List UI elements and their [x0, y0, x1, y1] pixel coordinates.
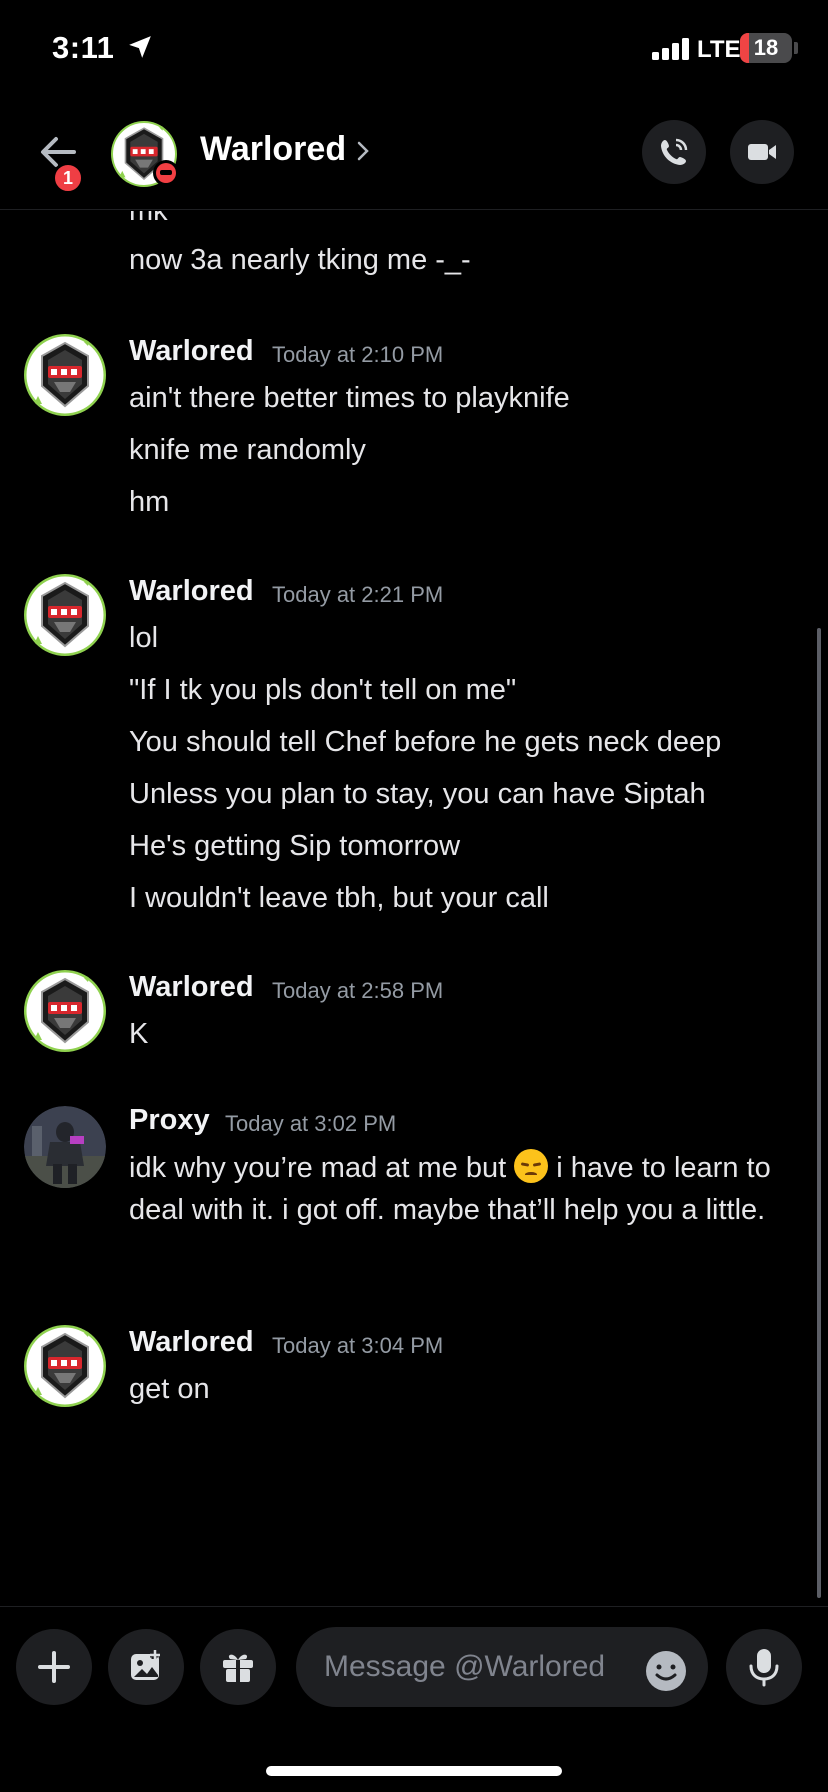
user-avatar[interactable]	[24, 334, 106, 416]
message-author[interactable]: Proxy	[129, 1104, 210, 1137]
message-line: knife me randomly	[129, 434, 366, 466]
message-timestamp: Today at 2:58 PM	[272, 978, 444, 1003]
message-line: K	[129, 1018, 149, 1050]
message-line: He's getting Sip tomorrow	[129, 830, 461, 862]
add-attachment-button[interactable]	[16, 1629, 92, 1705]
status-time: 3:11	[52, 30, 115, 65]
dm-header: 1 Warlored	[0, 100, 828, 210]
image-picker-button[interactable]	[108, 1629, 184, 1705]
message-line: now 3a nearly tking me -_-	[129, 244, 471, 276]
message-line: mk	[129, 211, 168, 227]
message-line: "If I tk you pls don't tell on me"	[129, 674, 517, 706]
message-text-part: idk why you’re mad at me but	[129, 1152, 515, 1184]
status-bar: 3:11 LTE 18	[0, 0, 828, 100]
message-scrollbar[interactable]	[817, 628, 821, 1598]
message-timestamp: Today at 3:02 PM	[225, 1111, 397, 1136]
battery-percent: 18	[753, 35, 779, 60]
user-avatar[interactable]	[24, 970, 106, 1052]
chevron-right-icon[interactable]	[356, 140, 370, 162]
battery-icon: 18	[740, 33, 792, 63]
location-arrow-icon	[129, 36, 151, 58]
message-line: ain't there better times to playknife	[129, 382, 570, 414]
message-author[interactable]: Warlored	[129, 971, 254, 1004]
cellular-signal-icon	[652, 38, 689, 60]
gift-icon	[223, 1654, 253, 1682]
gift-button[interactable]	[200, 1629, 276, 1705]
message-author[interactable]: Warlored	[129, 575, 254, 608]
dnd-status-bar	[160, 170, 172, 175]
plus-icon	[38, 1651, 70, 1683]
user-avatar[interactable]	[24, 1106, 106, 1188]
notification-badge: 1	[52, 162, 84, 194]
message-line: lol	[129, 622, 159, 654]
message-author[interactable]: Warlored	[129, 335, 254, 368]
message-author[interactable]: Warlored	[129, 1326, 254, 1359]
disappointed-face-emoji	[514, 1149, 549, 1183]
message-text: idk why you’re mad at me but i have to l…	[129, 1147, 809, 1231]
message-list[interactable]: mk now 3a nearly tking me -_- Warlored T…	[0, 211, 828, 1606]
voice-message-button[interactable]	[726, 1629, 802, 1705]
network-label: LTE	[697, 36, 741, 63]
user-avatar[interactable]	[24, 1325, 106, 1407]
message-line: I wouldn't leave tbh, but your call	[129, 882, 549, 914]
message-timestamp: Today at 2:10 PM	[272, 342, 444, 367]
message-line: get on	[129, 1373, 210, 1405]
phone-call-icon	[661, 138, 688, 165]
user-avatar[interactable]	[24, 574, 106, 656]
message-line: You should tell Chef before he gets neck…	[129, 726, 722, 758]
video-camera-icon	[748, 144, 776, 160]
emoji-smile-icon[interactable]	[644, 1649, 688, 1693]
video-call-button[interactable]	[730, 120, 794, 184]
microphone-icon	[749, 1649, 779, 1687]
dm-title[interactable]: Warlored	[200, 130, 346, 169]
message-line: hm	[129, 486, 170, 518]
voice-call-button[interactable]	[642, 120, 706, 184]
home-indicator[interactable]	[266, 1766, 562, 1776]
battery-cap	[794, 42, 798, 54]
image-icon	[131, 1650, 160, 1680]
message-line: Unless you plan to stay, you can have Si…	[129, 778, 706, 810]
message-timestamp: Today at 2:21 PM	[272, 582, 444, 607]
message-timestamp: Today at 3:04 PM	[272, 1333, 444, 1358]
message-composer	[0, 1606, 828, 1792]
